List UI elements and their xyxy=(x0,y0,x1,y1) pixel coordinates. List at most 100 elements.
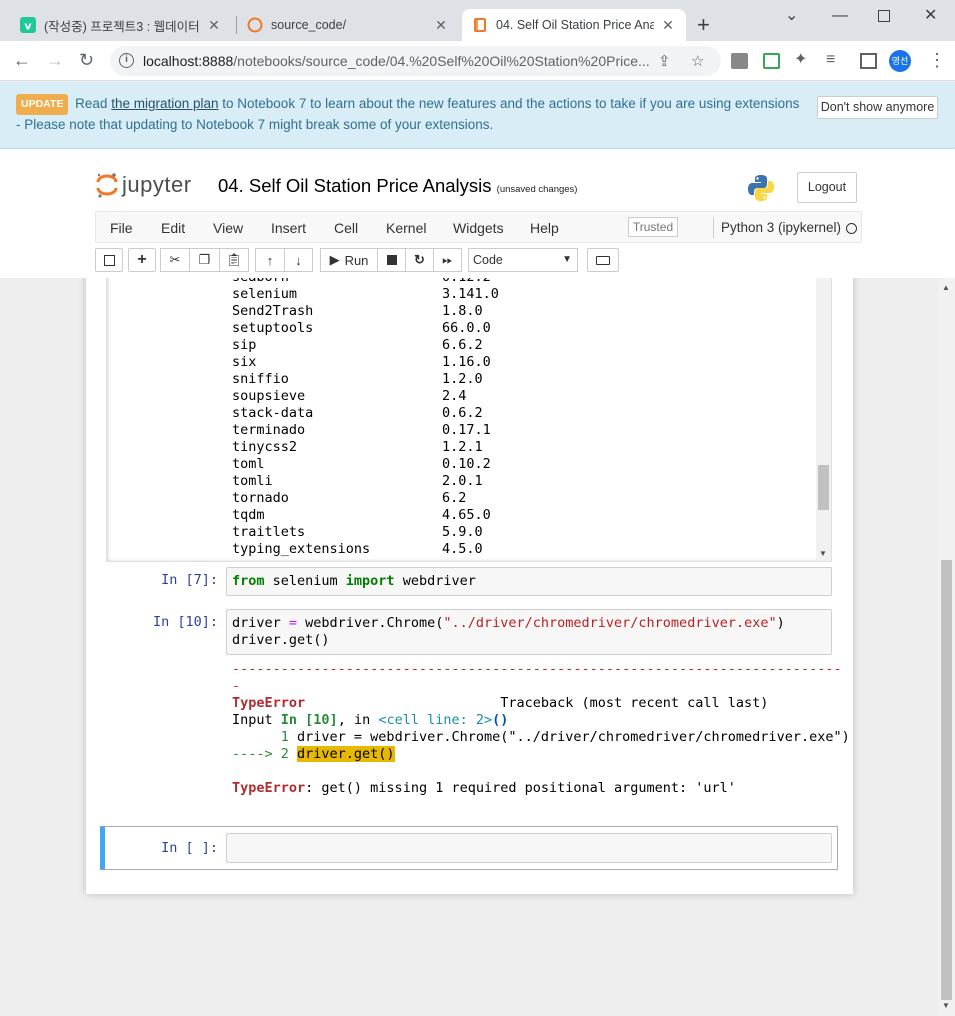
code-token: = xyxy=(288,615,298,631)
kernel-name[interactable]: Python 3 (ipykernel) xyxy=(721,220,841,235)
logout-button[interactable]: Logout xyxy=(797,172,857,203)
package-name: six xyxy=(232,354,257,370)
notebook-area[interactable]: seaborn 0.12.2 selenium 3.141.0 Send2Trash 1.… xyxy=(0,278,938,1016)
package-version: 2.4 xyxy=(442,388,467,404)
close-icon[interactable]: ✕ xyxy=(660,17,676,34)
more-menu-icon[interactable]: ⋮ xyxy=(928,50,946,70)
menu-kernel[interactable]: Kernel xyxy=(386,220,426,236)
code-token: webdriver xyxy=(394,573,476,589)
restart-run-all-button[interactable]: ⏩︎ xyxy=(433,248,462,272)
cell-prompt: In [ ]: xyxy=(161,840,218,856)
empty-code-cell-input[interactable] xyxy=(226,833,832,863)
scroll-down-arrow-icon[interactable]: ▼ xyxy=(942,1001,950,1010)
code-cell-input[interactable]: from selenium import webdriver xyxy=(226,567,832,596)
kernel-separator xyxy=(713,217,714,238)
code-token: driver xyxy=(232,615,289,631)
traceback-text: In [10] xyxy=(280,712,338,728)
pip-list-output[interactable]: seaborn 0.12.2 selenium 3.141.0 Send2Trash 1.… xyxy=(106,278,832,562)
insert-cell-button[interactable]: + xyxy=(128,248,156,272)
browser-tab-project[interactable]: v (작성중) 프로젝트3 : 웹데이터 ✕ xyxy=(10,9,232,41)
package-name: soupsieve xyxy=(232,388,306,404)
scroll-down-arrow-icon[interactable]: ▼ xyxy=(819,549,827,558)
tab-title: source_code/ xyxy=(271,18,347,32)
migration-plan-link[interactable]: the migration plan xyxy=(111,96,218,111)
jupyter-wordmark: jupyter xyxy=(122,172,192,197)
package-version: 0.12.2 xyxy=(442,278,491,285)
menu-edit[interactable]: Edit xyxy=(161,220,185,236)
copy-icon: ❐ xyxy=(198,252,211,267)
copy-button[interactable]: ❐ xyxy=(189,248,220,272)
plus-icon: + xyxy=(137,251,147,268)
jupyter-logo-icon xyxy=(96,173,118,198)
paste-button[interactable]: 📋︎ xyxy=(219,248,249,272)
window-close-button[interactable]: ✕ xyxy=(924,6,937,26)
package-version: 4.5.0 xyxy=(442,541,483,557)
back-icon[interactable]: ← xyxy=(13,50,31,70)
extensions-puzzle-icon[interactable]: ✦ xyxy=(794,50,807,70)
cell-type-select[interactable]: Code ▼ xyxy=(468,248,578,272)
browser-tab-notebook[interactable]: 04. Self Oil Station Price Anal ✕ xyxy=(462,9,686,41)
move-down-button[interactable]: ↓ xyxy=(284,248,313,272)
output-scrollbar-thumb[interactable] xyxy=(818,465,829,510)
package-name: toml xyxy=(232,456,265,472)
new-tab-button[interactable]: + xyxy=(697,13,710,37)
minimize-button[interactable]: — xyxy=(832,6,848,26)
menu-view[interactable]: View xyxy=(213,220,243,236)
tab-search-icon[interactable]: ⌄ xyxy=(785,6,798,26)
fast-forward-icon: ⏩︎ xyxy=(442,252,453,267)
notebook-title[interactable]: 04. Self Oil Station Price Analysis (uns… xyxy=(218,175,577,197)
edit-button-group: ✂ ❐ 📋︎ xyxy=(160,248,249,272)
notebook-container: seaborn 0.12.2 selenium 3.141.0 Send2Trash 1.… xyxy=(86,278,853,894)
traceback-text: ----> 2 xyxy=(232,746,298,762)
package-name: tomli xyxy=(232,473,273,489)
dont-show-anymore-button[interactable]: Don't show anymore xyxy=(817,96,938,119)
package-version: 66.0.0 xyxy=(442,320,491,336)
run-label: Run xyxy=(344,252,369,268)
close-icon[interactable]: ✕ xyxy=(206,17,222,34)
code-cell-input[interactable]: driver = webdriver.Chrome("../driver/chr… xyxy=(226,609,832,655)
trusted-indicator[interactable]: Trusted xyxy=(628,217,678,237)
avatar[interactable]: 영선 xyxy=(889,50,911,72)
restart-button[interactable]: ↻ xyxy=(405,248,434,272)
page-scrollbar-thumb[interactable] xyxy=(941,560,952,1000)
floppy-icon xyxy=(103,254,115,266)
bookmark-star-icon[interactable]: ☆ xyxy=(691,52,704,70)
save-button[interactable] xyxy=(95,248,123,272)
extension-profile-icon[interactable] xyxy=(731,53,748,69)
close-icon[interactable]: ✕ xyxy=(433,17,449,34)
menu-widgets[interactable]: Widgets xyxy=(453,220,504,236)
interrupt-button[interactable] xyxy=(377,248,406,272)
error-separator: - xyxy=(232,678,241,694)
side-panel-icon[interactable] xyxy=(860,53,877,69)
menu-help[interactable]: Help xyxy=(530,220,559,236)
svg-text:v: v xyxy=(24,20,32,33)
jupyter-logo[interactable]: jupyter xyxy=(96,171,192,199)
browser-tab-source-code[interactable]: source_code/ ✕ xyxy=(237,9,459,41)
media-list-icon[interactable]: ≡ xyxy=(826,50,835,70)
command-palette-button[interactable] xyxy=(587,248,619,272)
output-scrollbar[interactable]: ▼ xyxy=(816,278,831,561)
run-button[interactable]: ▶ Run xyxy=(320,248,378,272)
package-version: 3.141.0 xyxy=(442,286,499,302)
url-bar[interactable]: i localhost:8888/notebooks/source_code/0… xyxy=(110,46,721,76)
menu-file[interactable]: File xyxy=(110,220,133,236)
code-token: import xyxy=(345,573,395,589)
traceback-text: <cell line: 2> xyxy=(378,712,493,728)
package-version: 6.2 xyxy=(442,490,467,506)
package-name: traitlets xyxy=(232,524,306,540)
url-path: /notebooks/source_code/04.%20Self%20Oil%… xyxy=(233,53,650,69)
cut-button[interactable]: ✂ xyxy=(160,248,190,272)
code-token: ) xyxy=(776,615,785,631)
forward-icon[interactable]: → xyxy=(46,50,64,70)
menu-cell[interactable]: Cell xyxy=(334,220,358,236)
extension-screen-icon[interactable] xyxy=(763,53,780,69)
reload-icon[interactable]: ↻ xyxy=(79,50,94,70)
python-logo-icon xyxy=(746,173,776,206)
maximize-button[interactable] xyxy=(878,10,890,22)
menu-insert[interactable]: Insert xyxy=(271,220,306,236)
scroll-up-arrow-icon[interactable]: ▲ xyxy=(942,283,950,292)
move-up-button[interactable]: ↑ xyxy=(255,248,285,272)
site-info-icon[interactable]: i xyxy=(119,53,134,68)
share-icon[interactable]: ⇪ xyxy=(658,52,671,70)
page-scrollbar[interactable]: ▲ ▼ xyxy=(938,278,955,1016)
